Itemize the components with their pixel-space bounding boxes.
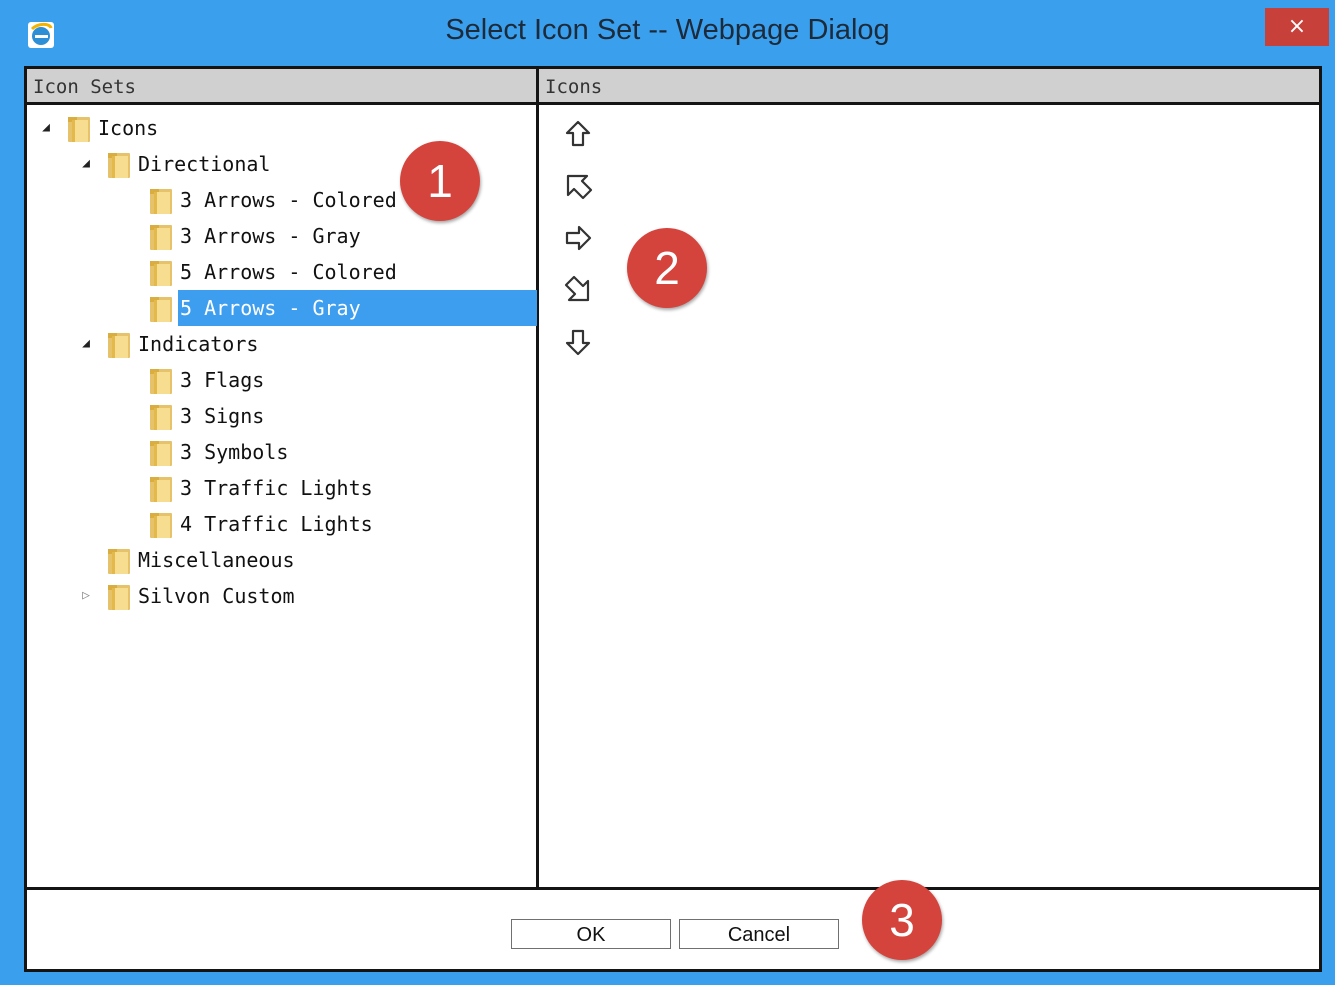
icon-sets-header: Icon Sets [27,69,536,105]
tree-node-label: 3 Arrows - Gray [180,224,361,248]
arrow-down-right-icon[interactable] [563,275,593,305]
tree-node[interactable]: 3 Traffic Lights [27,470,537,506]
tree-node[interactable]: 3 Signs [27,398,537,434]
tree-node[interactable]: 5 Arrows - Colored [27,254,537,290]
tree-node-label: 4 Traffic Lights [180,512,373,536]
icons-header: Icons [539,69,1319,105]
collapse-arrow-icon[interactable]: ◢ [79,337,93,351]
tree-node[interactable]: 3 Symbols [27,434,537,470]
tree-node[interactable]: 4 Traffic Lights [27,506,537,542]
folder-icon [149,437,173,467]
collapse-arrow-icon[interactable]: ◢ [39,121,53,135]
tree-node[interactable]: ◢ Indicators [27,326,537,362]
collapse-arrow-icon[interactable]: ◢ [79,157,93,171]
callout-badge-2: 2 [627,228,707,308]
folder-icon [149,293,173,323]
footer-divider [27,887,1319,890]
dialog-body: Icon Sets ◢ Icons ◢ Directional 3 Arrows - C… [24,66,1322,972]
tree-node[interactable]: Miscellaneous [27,542,537,578]
folder-icon [149,185,173,215]
tree-node-label: Directional [138,152,271,176]
tree-node-label: 3 Symbols [180,440,289,464]
close-button[interactable]: × [1265,8,1329,46]
folder-icon [107,581,131,611]
tree-node-label: Miscellaneous [138,548,295,572]
tree-node-label: 5 Arrows - Colored [180,260,397,284]
tree-node-label: Indicators [138,332,259,356]
folder-icon [107,149,131,179]
tree-node-label: Icons [98,116,159,140]
tree-node[interactable]: ▷ Silvon Custom [27,578,537,614]
folder-icon [149,221,173,251]
callout-badge-3: 3 [862,880,942,960]
tree-node-label: 3 Traffic Lights [180,476,373,500]
folder-icon [67,113,91,143]
arrow-down-icon[interactable] [563,327,593,357]
title-bar: Select Icon Set -- Webpage Dialog × [0,0,1335,66]
arrow-up-icon[interactable] [563,119,593,149]
arrow-up-right-icon[interactable] [563,171,593,201]
folder-icon [149,401,173,431]
callout-badge-1: 1 [400,141,480,221]
tree-node-label: 5 Arrows - Gray [178,290,537,326]
tree-node[interactable]: ◢ Icons [27,110,537,146]
folder-icon [149,509,173,539]
folder-icon [107,329,131,359]
icons-pane: Icons [539,69,1319,889]
tree-node[interactable]: 5 Arrows - Gray [27,290,537,326]
tree-node[interactable]: 3 Arrows - Gray [27,218,537,254]
tree-node-label: Silvon Custom [138,584,295,608]
window-title: Select Icon Set -- Webpage Dialog [445,14,890,46]
ok-button[interactable]: OK [511,919,671,949]
folder-icon [107,545,131,575]
tree-node-label: 3 Flags [180,368,265,392]
tree-node-label: 3 Arrows - Colored [180,188,397,212]
tree-node[interactable]: 3 Flags [27,362,537,398]
folder-icon [149,257,173,287]
tree-node-label: 3 Signs [180,404,265,428]
expand-arrow-icon[interactable]: ▷ [79,589,93,603]
cancel-button[interactable]: Cancel [679,919,839,949]
folder-icon [149,365,173,395]
arrow-right-icon[interactable] [563,223,593,253]
folder-icon [149,473,173,503]
